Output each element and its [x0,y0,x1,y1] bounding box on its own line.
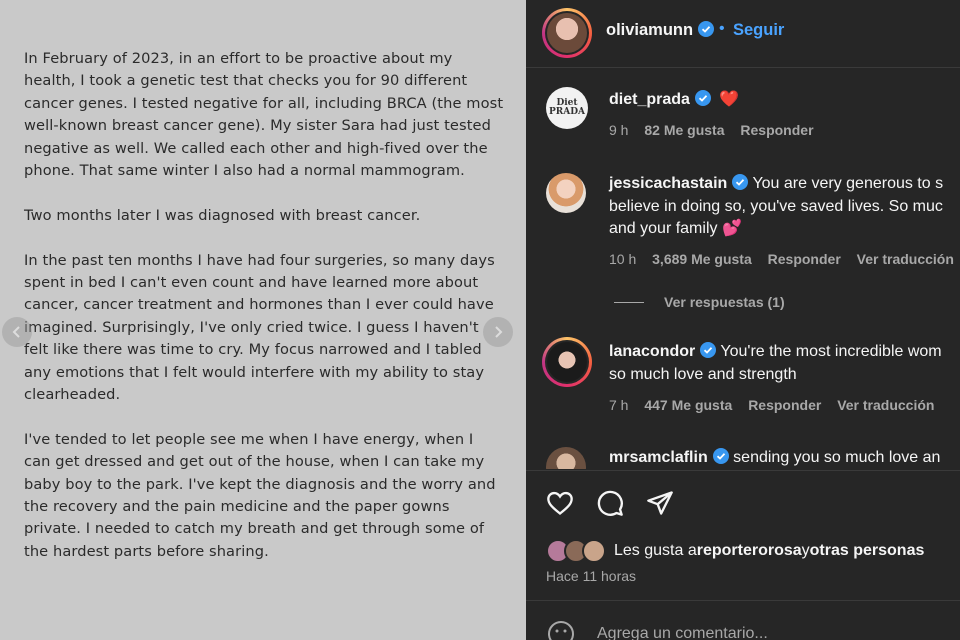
comment-time: 10 h [609,251,637,267]
share-icon[interactable] [646,489,674,517]
comment-body: ❤️ [719,91,740,108]
likes-user[interactable]: reporterorosa [697,542,802,560]
post-side-panel: oliviamunn • Seguir Diet PRADA diet_prad… [526,0,960,640]
view-replies-label: Ver respuestas (1) [664,294,785,310]
action-icons [546,489,674,517]
comment-username[interactable]: diet_prada [609,91,690,108]
comment-time: 9 h [609,122,629,138]
likes-summary[interactable]: Les gusta a reporterorosa y otras person… [546,539,924,563]
verified-badge-icon [700,342,717,358]
comment-body: sending you so much love an [733,449,941,466]
translate-button[interactable]: Ver traducción [857,251,954,267]
comment-meta: 9 h 82 Me gusta Responder [609,122,826,138]
translate-button[interactable]: Ver traducción [837,397,934,413]
comment-avatar[interactable] [546,447,586,469]
comment-likes[interactable]: 447 Me gusta [644,397,732,413]
comment-meta: 10 h 3,689 Me gusta Responder Ver traduc… [609,251,960,267]
post-paragraph: In the past ten months I have had four s… [24,251,495,404]
comment-likes[interactable]: 3,689 Me gusta [652,251,752,267]
comment-body: and your family 💕 [609,220,742,237]
reply-button[interactable]: Responder [740,122,813,138]
verified-badge-icon [698,21,715,37]
verified-badge-icon [712,448,729,464]
comment-text: diet_prada ❤️ [609,89,960,112]
username-text: oliviamunn [606,21,694,39]
comment-time: 7 h [609,397,629,413]
comment-body: You are very generous to s [752,175,944,192]
comments-list: Diet PRADA diet_prada ❤️ 9 h 82 Me gusta… [526,69,960,469]
comment-username[interactable]: lanacondor [609,343,695,360]
liker-avatar [582,539,606,563]
comment-body: You're the most incredible wom [720,343,942,360]
profile-username[interactable]: oliviamunn [606,21,715,40]
comment-avatar[interactable] [542,337,592,387]
post-timestamp: Hace 11 horas [546,568,637,584]
carousel-next-button[interactable] [483,317,513,347]
post-text: In February of 2023, in an effort to be … [24,48,504,586]
diet-prada-logo: Diet PRADA [546,87,588,129]
comment-likes[interactable]: 82 Me gusta [644,122,724,138]
emoji-icon[interactable] [546,619,576,640]
comment-text: lanacondor You're the most incredible wo… [609,341,960,386]
comment-placeholder: Agrega un comentario... [597,625,768,640]
view-replies-button[interactable]: Ver respuestas (1) [614,294,785,310]
comment-username[interactable]: jessicachastain [609,175,727,192]
carousel-prev-button[interactable] [2,317,32,347]
verified-badge-icon [694,90,711,106]
likes-others[interactable]: otras personas [810,542,925,560]
chevron-left-icon [12,326,20,338]
reply-button[interactable]: Responder [768,251,841,267]
comment-avatar[interactable] [546,173,586,213]
comment-meta: 7 h 447 Me gusta Responder Ver traducció… [609,397,946,413]
post-paragraph: I've tended to let people see me when I … [24,430,496,560]
post-paragraph: In February of 2023, in an effort to be … [24,50,504,180]
comment-username[interactable]: mrsamclaflin [609,449,708,466]
post-header: oliviamunn • Seguir [526,0,960,68]
separator-dot: • [719,20,725,37]
post-actions: Les gusta a reporterorosa y otras person… [526,470,960,600]
likes-prefix: Les gusta a [614,542,697,559]
post-paragraph: Two months later I was diagnosed with br… [24,206,421,224]
post-image: In February of 2023, in an effort to be … [0,0,526,640]
liker-avatars [546,539,610,563]
heart-icon[interactable] [546,489,574,517]
comment-text: mrsamclaflin sending you so much love an [609,447,960,469]
comment-text: jessicachastain You are very generous to… [609,173,960,241]
follow-button[interactable]: Seguir [733,21,784,40]
chevron-right-icon [495,326,503,338]
reply-button[interactable]: Responder [748,397,821,413]
comment-body: believe in doing so, you've saved lives.… [609,197,943,215]
divider-line [614,302,644,303]
comment-avatar[interactable]: Diet PRADA [546,87,588,129]
add-comment-bar: Agrega un comentario... [526,600,960,640]
comment-body: so much love and strength [609,365,797,383]
comment-icon[interactable] [596,489,624,517]
likes-middle: y [801,542,810,559]
profile-avatar[interactable] [542,8,592,58]
verified-badge-icon [732,174,749,190]
